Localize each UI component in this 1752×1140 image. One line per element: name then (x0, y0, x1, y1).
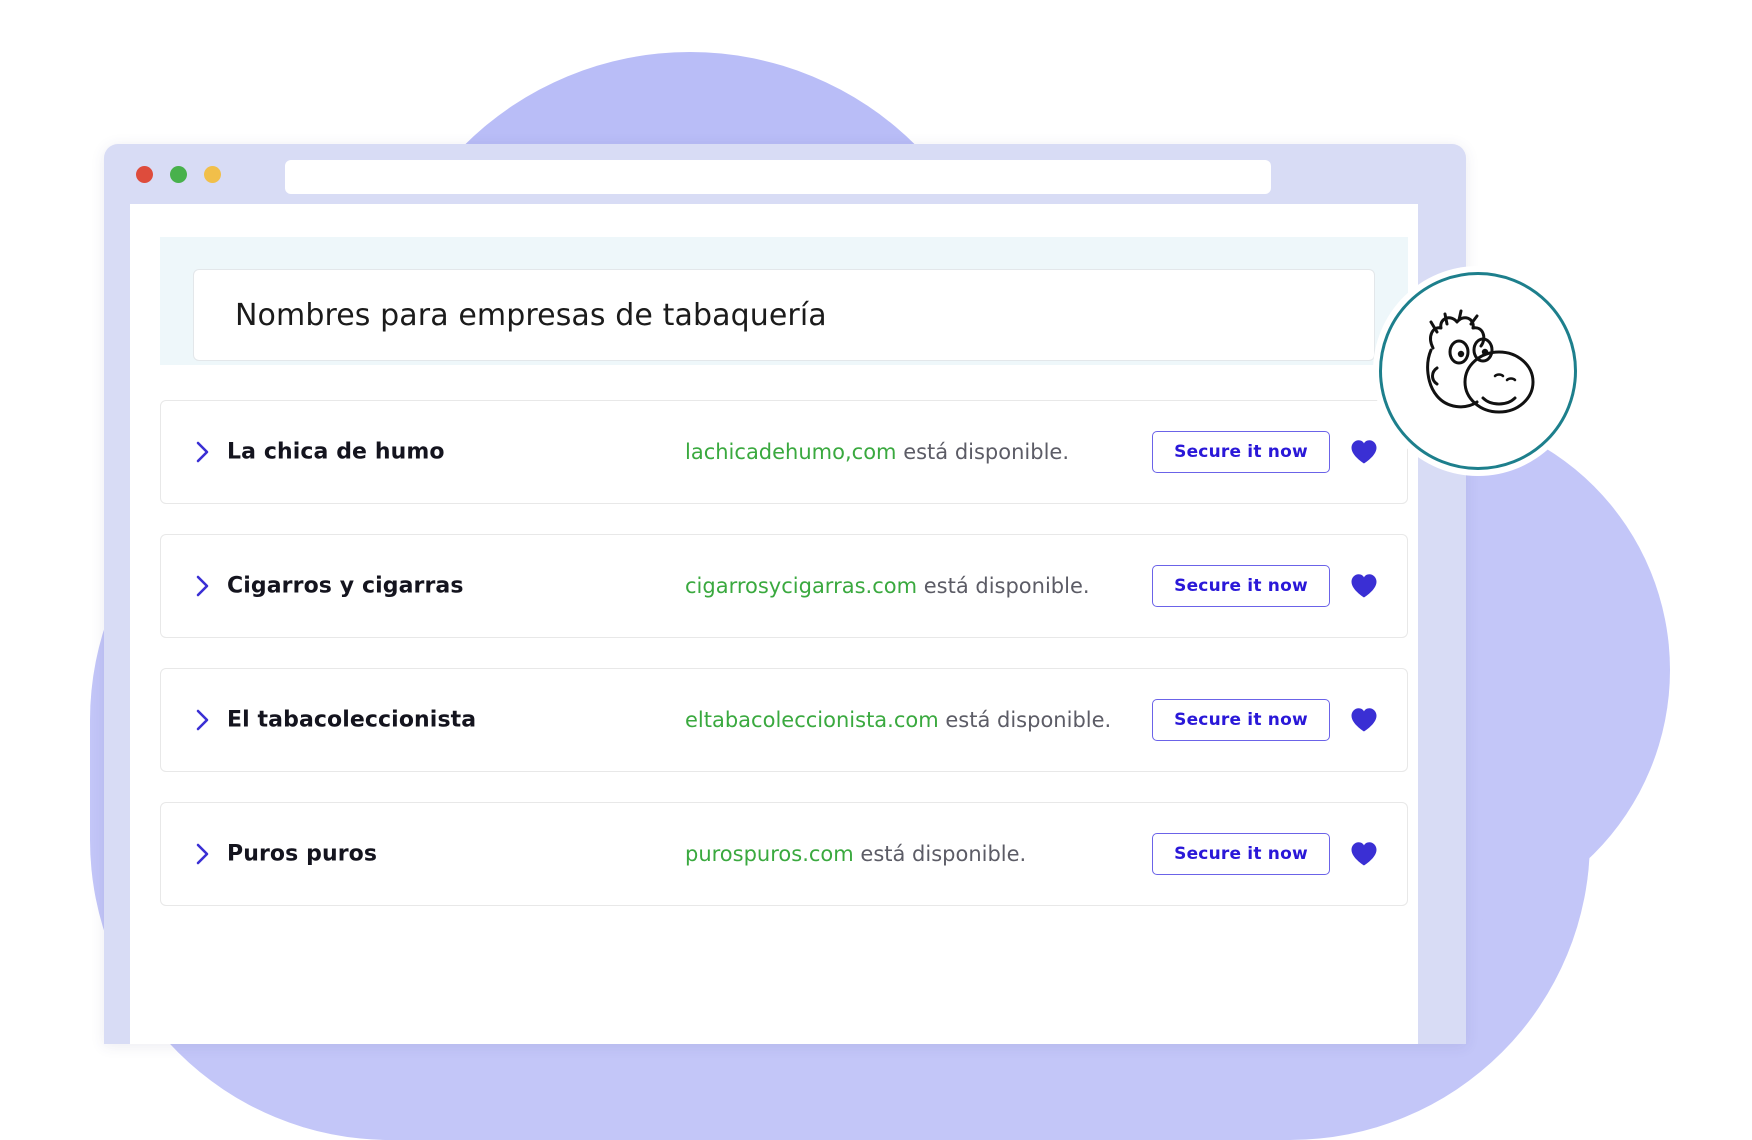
domain-name: purospuros.com (685, 842, 854, 866)
domain-availability: lachicadehumo,com está disponible. (685, 440, 1069, 464)
availability-text: está disponible. (853, 842, 1027, 866)
address-bar[interactable] (285, 160, 1271, 194)
result-row[interactable]: Puros puros purospuros.com está disponib… (160, 802, 1408, 906)
business-name: La chica de humo (227, 439, 445, 465)
chevron-right-icon[interactable] (195, 842, 211, 866)
business-name: Puros puros (227, 841, 378, 867)
result-row[interactable]: La chica de humo lachicadehumo,com está … (160, 400, 1408, 504)
secure-it-now-button[interactable]: Secure it now (1152, 565, 1330, 607)
chevron-right-icon[interactable] (195, 440, 211, 464)
availability-text: está disponible. (896, 440, 1070, 464)
page-root: Nombres para empresas de tabaquería La c… (0, 0, 1752, 1140)
business-name: Cigarros y cigarras (227, 573, 464, 599)
domain-name: cigarrosycigarras.com (685, 574, 918, 598)
mascot-badge (1379, 272, 1577, 470)
domain-availability: purospuros.com está disponible. (685, 842, 1026, 866)
domain-name: eltabacoleccionista.com (685, 708, 939, 732)
availability-text: está disponible. (917, 574, 1090, 598)
result-row[interactable]: Cigarros y cigarras cigarrosycigarras.co… (160, 534, 1408, 638)
window-controls (136, 166, 221, 183)
domain-availability: eltabacoleccionista.com está disponible. (685, 708, 1111, 732)
maximize-window-button[interactable] (204, 166, 221, 183)
page-viewport: Nombres para empresas de tabaquería La c… (130, 204, 1418, 1044)
close-window-button[interactable] (136, 166, 153, 183)
secure-it-now-button[interactable]: Secure it now (1152, 833, 1330, 875)
business-name: El tabacoleccionista (227, 707, 477, 733)
heart-filled-icon[interactable] (1349, 438, 1379, 466)
heart-filled-icon[interactable] (1349, 572, 1379, 600)
domain-name: lachicadehumo,com (685, 440, 897, 464)
heart-filled-icon[interactable] (1349, 840, 1379, 868)
browser-window: Nombres para empresas de tabaquería La c… (104, 144, 1466, 1044)
availability-text: está disponible. (938, 708, 1112, 732)
search-input[interactable]: Nombres para empresas de tabaquería (235, 298, 827, 333)
browser-chrome (104, 144, 1466, 204)
chevron-right-icon[interactable] (195, 574, 211, 598)
result-row[interactable]: El tabacoleccionista eltabacoleccionista… (160, 668, 1408, 772)
results-list: La chica de humo lachicadehumo,com está … (160, 400, 1408, 906)
heart-filled-icon[interactable] (1349, 706, 1379, 734)
mascot-face-icon (1426, 309, 1535, 414)
domain-availability: cigarrosycigarras.com está disponible. (685, 574, 1090, 598)
chevron-right-icon[interactable] (195, 708, 211, 732)
secure-it-now-button[interactable]: Secure it now (1152, 431, 1330, 473)
search-header-band: Nombres para empresas de tabaquería (160, 237, 1408, 365)
minimize-window-button[interactable] (170, 166, 187, 183)
search-input-wrapper[interactable]: Nombres para empresas de tabaquería (193, 269, 1375, 361)
secure-it-now-button[interactable]: Secure it now (1152, 699, 1330, 741)
